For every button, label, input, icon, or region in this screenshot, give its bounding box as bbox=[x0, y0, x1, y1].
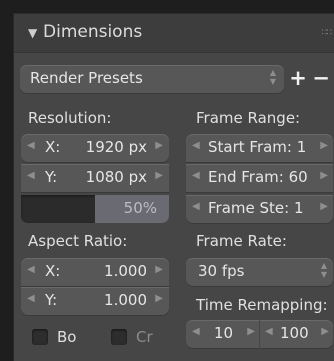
add-preset-button[interactable]: + bbox=[287, 67, 309, 91]
remove-preset-button[interactable]: − bbox=[310, 67, 332, 91]
aspect-y-label: Y: bbox=[45, 291, 58, 309]
frame-step-value: Frame Ste: 1 bbox=[208, 199, 304, 217]
render-presets-label: Render Presets bbox=[30, 69, 143, 87]
panel-header[interactable]: ▼ Dimensions ∷∷ bbox=[14, 14, 334, 53]
crop-checkbox[interactable] bbox=[111, 329, 127, 345]
decrement-arrow-icon[interactable]: ◀ bbox=[192, 170, 200, 181]
increment-arrow-icon[interactable]: ▶ bbox=[155, 140, 163, 151]
panel-title: Dimensions bbox=[43, 22, 143, 42]
resolution-percent-slider[interactable]: 50% bbox=[21, 195, 169, 223]
resolution-x-value: 1920 px bbox=[85, 138, 147, 156]
increment-arrow-icon[interactable]: ▶ bbox=[320, 140, 328, 151]
time-remap-new-value: 100 bbox=[280, 324, 309, 342]
increment-arrow-icon[interactable]: ▶ bbox=[320, 170, 328, 181]
resolution-label: Resolution: bbox=[28, 109, 112, 127]
aspect-x-field[interactable]: ◀ X: 1.000 ▶ bbox=[21, 258, 169, 286]
border-checkbox-label: Bo bbox=[57, 328, 77, 346]
frame-rate-menu[interactable]: 30 fps ▲ ▼ bbox=[186, 258, 333, 286]
resolution-y-value: 1080 px bbox=[85, 168, 147, 186]
increment-arrow-icon[interactable]: ▶ bbox=[155, 293, 163, 304]
time-remap-old-value: 10 bbox=[214, 324, 234, 342]
increment-arrow-icon[interactable]: ▶ bbox=[320, 201, 328, 212]
increment-arrow-icon[interactable]: ▶ bbox=[321, 326, 329, 337]
decrement-arrow-icon[interactable]: ◀ bbox=[192, 140, 200, 151]
decrement-arrow-icon[interactable]: ◀ bbox=[27, 140, 35, 151]
increment-arrow-icon[interactable]: ▶ bbox=[247, 326, 255, 337]
aspect-y-value: 1.000 bbox=[104, 291, 147, 309]
crop-checkbox-label: Cr bbox=[136, 328, 153, 346]
resolution-x-field[interactable]: ◀ X: 1920 px ▶ bbox=[21, 134, 169, 162]
decrement-arrow-icon[interactable]: ◀ bbox=[27, 170, 35, 181]
decrement-arrow-icon[interactable]: ◀ bbox=[27, 264, 35, 275]
updown-arrows-icon: ▲ ▼ bbox=[320, 261, 327, 279]
aspect-ratio-label: Aspect Ratio: bbox=[28, 232, 128, 250]
time-remap-new-field[interactable]: ◀ 100 ▶ bbox=[260, 320, 333, 348]
start-frame-field[interactable]: ◀ Start Fram: 1 ▶ bbox=[186, 134, 333, 162]
updown-arrows-icon: ▲ ▼ bbox=[269, 68, 276, 86]
frame-rate-value: 30 fps bbox=[198, 262, 245, 280]
drag-grip-icon[interactable]: ∷∷ bbox=[322, 28, 333, 38]
start-frame-value: Start Fram: 1 bbox=[208, 138, 307, 156]
time-remapping-label: Time Remapping: bbox=[196, 296, 328, 314]
resolution-y-field[interactable]: ◀ Y: 1080 px ▶ bbox=[21, 164, 169, 192]
frame-rate-label: Frame Rate: bbox=[196, 232, 287, 250]
resolution-x-label: X: bbox=[45, 138, 61, 156]
resolution-y-label: Y: bbox=[45, 168, 58, 186]
aspect-y-field[interactable]: ◀ Y: 1.000 ▶ bbox=[21, 287, 169, 315]
border-checkbox[interactable] bbox=[32, 329, 48, 345]
end-frame-field[interactable]: ◀ End Fram: 60 ▶ bbox=[186, 164, 333, 192]
end-frame-value: End Fram: 60 bbox=[208, 168, 308, 186]
aspect-x-value: 1.000 bbox=[104, 262, 147, 280]
decrement-arrow-icon[interactable]: ◀ bbox=[265, 326, 273, 337]
frame-range-label: Frame Range: bbox=[196, 109, 301, 127]
increment-arrow-icon[interactable]: ▶ bbox=[155, 170, 163, 181]
resolution-percent-value: 50% bbox=[123, 199, 157, 217]
render-presets-menu[interactable]: Render Presets ▲ ▼ bbox=[20, 65, 284, 93]
collapse-triangle-icon[interactable]: ▼ bbox=[28, 26, 37, 40]
decrement-arrow-icon[interactable]: ◀ bbox=[192, 326, 200, 337]
decrement-arrow-icon[interactable]: ◀ bbox=[192, 201, 200, 212]
frame-step-field[interactable]: ◀ Frame Ste: 1 ▶ bbox=[186, 195, 333, 223]
increment-arrow-icon[interactable]: ▶ bbox=[155, 264, 163, 275]
time-remap-old-field[interactable]: ◀ 10 ▶ bbox=[186, 320, 259, 348]
aspect-x-label: X: bbox=[45, 262, 61, 280]
dimensions-panel: ▼ Dimensions ∷∷ Render Presets ▲ ▼ + − Re… bbox=[13, 13, 334, 361]
decrement-arrow-icon[interactable]: ◀ bbox=[27, 293, 35, 304]
